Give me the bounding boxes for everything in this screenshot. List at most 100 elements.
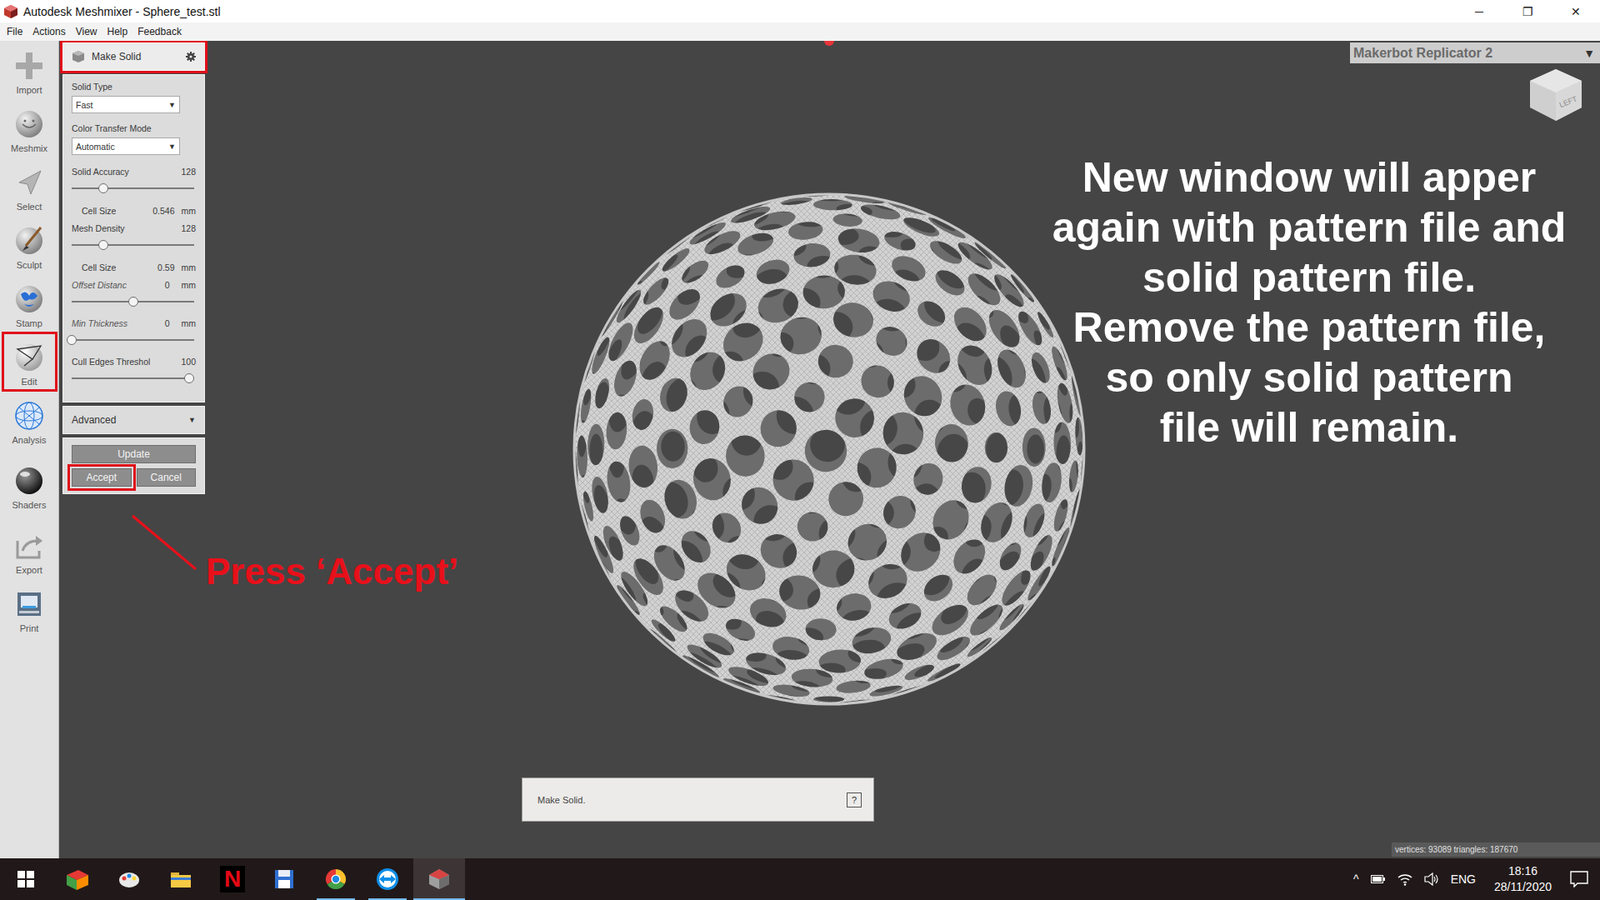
field-label: Solid Accuracy [71,166,130,177]
plus-icon [12,49,46,83]
tool-button[interactable]: Sculpt [2,215,57,275]
help-button[interactable]: ? [846,792,862,808]
chrome-icon [323,866,349,892]
taskbar-app[interactable] [258,858,310,900]
cancel-button[interactable]: Cancel [136,468,197,487]
field-value[interactable]: 128 [180,223,196,234]
bunny-sphere-icon [12,107,46,141]
callout-line [129,512,205,580]
slider-field: Solid Accuracy 128 [71,165,196,199]
panel-fields: Solid TypeFast▼Color Transfer ModeAutoma… [62,74,205,403]
tool-button[interactable]: Meshmix [2,99,57,158]
accept-button[interactable]: Accept [71,468,132,487]
pivot-marker[interactable] [824,40,835,46]
taskbar-app[interactable]: N [206,858,259,900]
speaker-icon[interactable] [1424,872,1440,886]
wifi-icon[interactable] [1397,872,1413,886]
advanced-dropdown[interactable]: Advanced▼ [62,405,205,435]
slider-knob[interactable] [66,335,77,345]
field-value[interactable]: 0.59 [157,262,175,273]
slider[interactable] [71,330,195,350]
tool-button[interactable]: Edit [2,332,57,391]
tool-button[interactable]: Import [2,40,57,100]
slider-knob[interactable] [184,373,195,384]
svg-text:LEFT: LEFT [1558,94,1580,110]
slider[interactable] [71,178,195,199]
title-bar: Autodesk Meshmixer - Sphere_test.stl─❐✕ [0,0,1600,23]
edit-sphere-icon [12,340,46,375]
readout-row: Cell Size0.59mm [71,260,196,275]
slider-knob[interactable] [98,240,109,250]
slider[interactable] [71,368,195,389]
window-control-button[interactable]: ✕ [1551,0,1600,23]
slider-track [71,339,195,341]
field-value[interactable]: 128 [180,166,196,177]
shiny-sphere-icon [12,464,46,498]
tool-button[interactable]: Analysis [2,390,57,450]
taskbar-app[interactable] [413,858,465,900]
field-value[interactable]: 0.546 [152,205,175,216]
gear-icon[interactable] [185,51,196,62]
meshmixer-app-icon [426,866,452,892]
menu-item[interactable]: File [1,25,28,38]
paint-app-icon [116,866,142,892]
field-unit: mm [181,262,197,273]
slider-track [71,187,195,190]
window-control-button[interactable]: ❐ [1503,0,1552,23]
taskbar-app[interactable] [103,858,155,900]
tray-arrow[interactable]: ^ [1353,872,1360,886]
slider-track [71,377,195,380]
start-button[interactable] [0,858,52,900]
brush-sphere-icon [12,224,46,258]
viewport[interactable]: Make SolidSolid TypeFast▼Color Transfer … [59,40,1600,859]
taskbar-app[interactable] [155,858,207,900]
field-unit: mm [181,280,197,290]
battery-icon[interactable] [1370,874,1386,885]
taskbar-app[interactable] [51,858,104,900]
status-box: Make Solid.? [521,777,875,822]
taskbar-app[interactable] [310,858,362,900]
readout-row: Cell Size0.546mm [71,203,196,219]
solid-icon [71,50,85,64]
view-cube[interactable]: LEFT [1526,65,1585,125]
slider-knob[interactable] [128,296,139,307]
field-value[interactable]: 100 [180,356,196,367]
dropdown[interactable]: Fast▼ [71,95,180,114]
panel-buttons: Update AcceptCancel [62,437,205,495]
slider[interactable] [71,235,195,255]
taskbar: N ^ ENG 18:1628/11/2020 [0,858,1600,900]
menu-item[interactable]: Feedback [132,25,187,38]
update-button[interactable]: Update [71,445,196,464]
field-label: Solid Type [71,81,196,92]
menu-item[interactable]: Actions [27,25,70,38]
tool-button[interactable]: Stamp [2,274,57,333]
slider-track [71,244,195,246]
tool-button[interactable]: Export [2,520,57,580]
voronoi-sphere-model[interactable] [570,190,1088,708]
menu-item[interactable]: View [70,25,103,38]
field-unit: mm [181,318,197,329]
dropdown-arrow: ▼ [168,142,176,151]
tool-button[interactable]: Shaders [2,455,57,515]
notification-icon[interactable] [1570,870,1589,888]
language[interactable]: ENG [1450,872,1476,886]
printer-dropdown[interactable]: Makerbot Replicator 2▼ [1350,42,1600,64]
taskbar-app[interactable] [361,858,414,900]
tool-button[interactable]: Print [2,579,57,638]
slider-knob[interactable] [98,183,109,194]
clock[interactable]: 18:1628/11/2020 [1487,863,1559,895]
window-control-button[interactable]: ─ [1455,0,1504,23]
slider[interactable] [71,291,195,312]
tool-bar: ImportMeshmixSelectSculptStampEditAnalys… [0,40,60,859]
field-value[interactable]: 0 [165,318,170,329]
floppy-disk-icon [271,866,297,892]
instruction-text: New window will apperagain with pattern … [1017,152,1600,453]
dropdown[interactable]: Automatic▼ [71,137,180,155]
menu-item[interactable]: Help [102,25,134,38]
field-label: Mesh Density [71,223,125,234]
wire-sphere-icon [12,399,46,433]
windows-logo-icon [17,870,35,888]
meshmixer-window: Autodesk Meshmixer - Sphere_test.stl─❐✕ F… [0,0,1600,900]
field-value[interactable]: 0 [165,280,170,290]
tool-button[interactable]: Select [2,157,57,216]
